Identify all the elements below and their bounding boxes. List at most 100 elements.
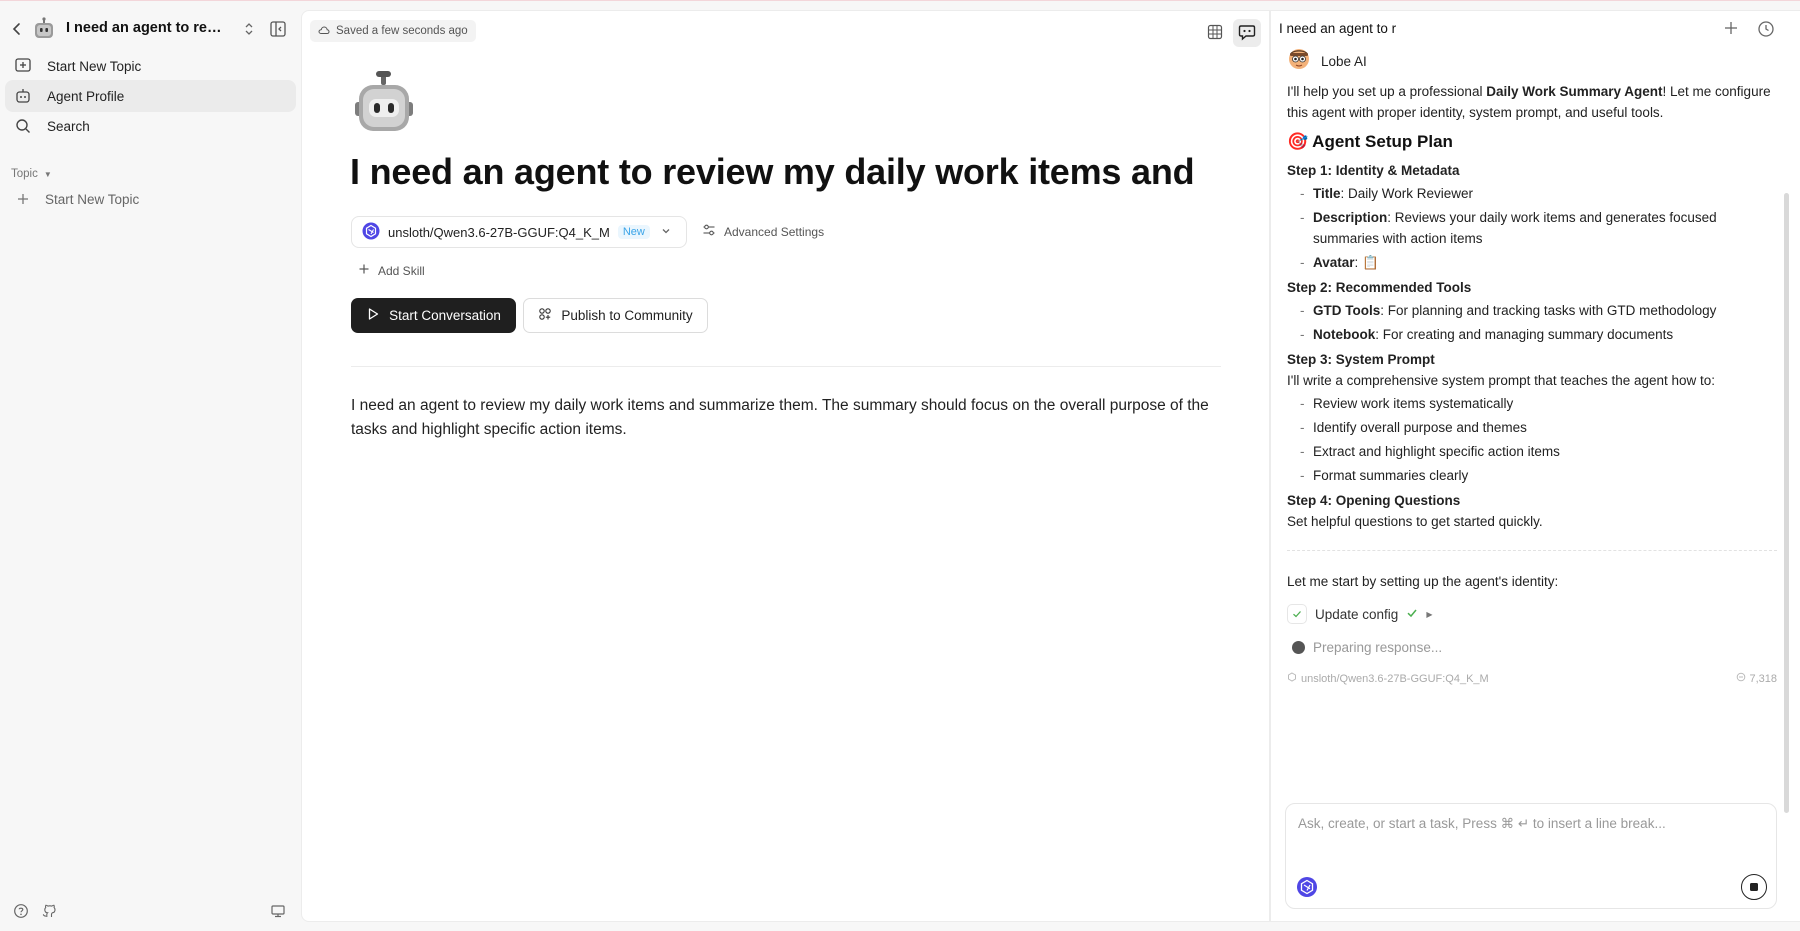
plan-title: Agent Setup Plan	[1312, 132, 1453, 151]
new-chat-button[interactable]	[1721, 20, 1741, 40]
lead-text: Let me start by setting up the agent's i…	[1287, 574, 1559, 589]
chat-scrollbar[interactable]	[1784, 193, 1789, 813]
save-status-badge: Saved a few seconds ago	[310, 20, 476, 42]
start-conversation-button[interactable]: Start Conversation	[351, 298, 516, 333]
list-item: Description: Reviews your daily work ite…	[1287, 207, 1777, 249]
list-item: Title: Daily Work Reviewer	[1287, 183, 1777, 204]
item-label: Title	[1313, 186, 1341, 201]
model-meta-name: unsloth/Qwen3.6-27B-GGUF:Q4_K_M	[1301, 673, 1489, 685]
item-text: : For creating and managing summary docu…	[1375, 327, 1674, 342]
sidebar-item-search[interactable]: Search	[5, 110, 296, 142]
list-item: GTD Tools: For planning and tracking tas…	[1287, 300, 1777, 321]
step-title: Step 3: System Prompt	[1287, 352, 1435, 367]
step-list: GTD Tools: For planning and tracking tas…	[1287, 300, 1777, 345]
token-meta: 7,318	[1736, 669, 1777, 690]
item-text: : For planning and tracking tasks with G…	[1380, 303, 1717, 318]
assistant-header: Lobe AI	[1287, 49, 1777, 73]
message-divider	[1287, 550, 1777, 551]
collapse-sidebar-icon[interactable]	[269, 20, 287, 38]
agent-title[interactable]: I need an agent to review my daily work …	[350, 151, 1195, 193]
topic-section-header[interactable]: Topic ▼	[11, 168, 52, 180]
publish-label: Publish to Community	[561, 308, 693, 323]
chat-composer	[1285, 803, 1777, 909]
topic-section-label: Topic	[11, 168, 38, 180]
sliders-icon	[702, 223, 716, 240]
community-icon	[538, 307, 552, 324]
lobe-avatar	[1287, 46, 1311, 76]
list-item: Format summaries clearly	[1287, 465, 1777, 486]
sidebar-item-label: Start New Topic	[47, 58, 142, 74]
sidebar-item-topic-new[interactable]: Start New Topic	[5, 183, 296, 215]
item-label: Avatar	[1313, 255, 1355, 270]
loading-dot-icon	[1292, 640, 1305, 654]
intro-bold: Daily Work Summary Agent	[1486, 84, 1663, 99]
chat-title: I need an agent to r	[1279, 21, 1397, 36]
item-label: Description	[1313, 210, 1388, 225]
model-selector[interactable]: unsloth/Qwen3.6-27B-GGUF:Q4_K_M New	[351, 216, 687, 248]
token-count: 7,318	[1749, 673, 1777, 685]
sidebar-item-label: Search	[47, 118, 90, 134]
expand-caret-icon[interactable]: ▶	[1426, 604, 1432, 625]
step-list: Review work items systematically Identif…	[1287, 393, 1777, 486]
item-label: GTD Tools	[1313, 303, 1381, 318]
save-status-text: Saved a few seconds ago	[336, 25, 468, 37]
step-text: I'll write a comprehensive system prompt…	[1287, 373, 1716, 388]
preparing-status: Preparing response...	[1287, 635, 1777, 659]
history-button[interactable]	[1757, 20, 1777, 40]
plus-icon	[1725, 22, 1737, 34]
tool-call-row[interactable]: Update config ▶	[1287, 602, 1777, 626]
stop-generation-button[interactable]	[1741, 874, 1767, 900]
help-icon[interactable]	[13, 903, 29, 919]
tool-call-label: Update config	[1315, 606, 1399, 622]
plan-heading: 🎯 Agent Setup Plan	[1287, 131, 1777, 152]
advanced-settings-button[interactable]: Advanced Settings	[702, 223, 824, 240]
add-skill-button[interactable]: Add Skill	[358, 263, 425, 278]
play-icon	[366, 307, 380, 324]
sidebar-item-start-new-topic[interactable]: Start New Topic	[5, 50, 296, 82]
start-conversation-label: Start Conversation	[389, 308, 501, 323]
intro-paragraph: I'll help you set up a professional Dail…	[1287, 81, 1777, 123]
target-icon: 🎯	[1287, 132, 1309, 151]
agent-name[interactable]: I need an agent to revie...	[66, 20, 226, 36]
list-item: Review work items systematically	[1287, 393, 1777, 414]
model-provider-icon	[362, 222, 380, 243]
sidebar-item-agent-profile[interactable]: Agent Profile	[5, 80, 296, 112]
switch-agent-icon[interactable]	[243, 20, 255, 43]
step-text: Set helpful questions to get started qui…	[1287, 514, 1543, 529]
intro-text: I'll help you set up a professional	[1287, 84, 1487, 99]
item-text: : 📋	[1354, 255, 1379, 270]
list-item: Avatar: 📋	[1287, 252, 1777, 273]
back-chevron-icon[interactable]	[10, 20, 24, 38]
item-text: : Daily Work Reviewer	[1340, 186, 1474, 201]
model-mini-icon	[1287, 669, 1297, 690]
search-icon	[13, 116, 33, 136]
tool-check-icon	[1287, 604, 1307, 624]
step-title: Step 4: Opening Questions	[1287, 493, 1461, 508]
agent-profile-editor: Saved a few seconds ago I need an agent …	[301, 10, 1270, 922]
plus-icon	[13, 189, 33, 209]
sidebar-header: I need an agent to revie...	[0, 10, 300, 48]
model-select-icon[interactable]	[1296, 876, 1318, 898]
sidebar: I need an agent to revie... Start New To…	[0, 10, 300, 931]
list-item: Extract and highlight specific action it…	[1287, 441, 1777, 462]
publish-to-community-button[interactable]: Publish to Community	[523, 298, 708, 333]
agent-avatar-large[interactable]	[349, 69, 419, 139]
cloud-icon	[318, 24, 330, 39]
preparing-text: Preparing response...	[1313, 639, 1443, 655]
chat-messages: Lobe AI I'll help you set up a professio…	[1287, 49, 1777, 690]
chat-input[interactable]	[1298, 816, 1758, 831]
assistant-message: I'll help you set up a professional Dail…	[1287, 81, 1777, 690]
clock-icon	[1758, 21, 1774, 37]
toggle-chat-panel-button[interactable]	[1233, 19, 1261, 47]
github-icon[interactable]	[41, 903, 57, 919]
agent-description[interactable]: I need an agent to review my daily work …	[351, 394, 1221, 442]
add-skill-label: Add Skill	[378, 263, 425, 278]
plus-icon	[358, 263, 370, 278]
success-check-icon	[1406, 604, 1418, 625]
list-item: Notebook: For creating and managing summ…	[1287, 324, 1777, 345]
step-title: Step 1: Identity & Metadata	[1287, 163, 1460, 178]
display-icon[interactable]	[270, 903, 286, 919]
grid-layout-icon	[1206, 23, 1224, 44]
table-of-contents-button[interactable]	[1201, 19, 1229, 47]
agent-avatar[interactable]	[32, 17, 56, 41]
